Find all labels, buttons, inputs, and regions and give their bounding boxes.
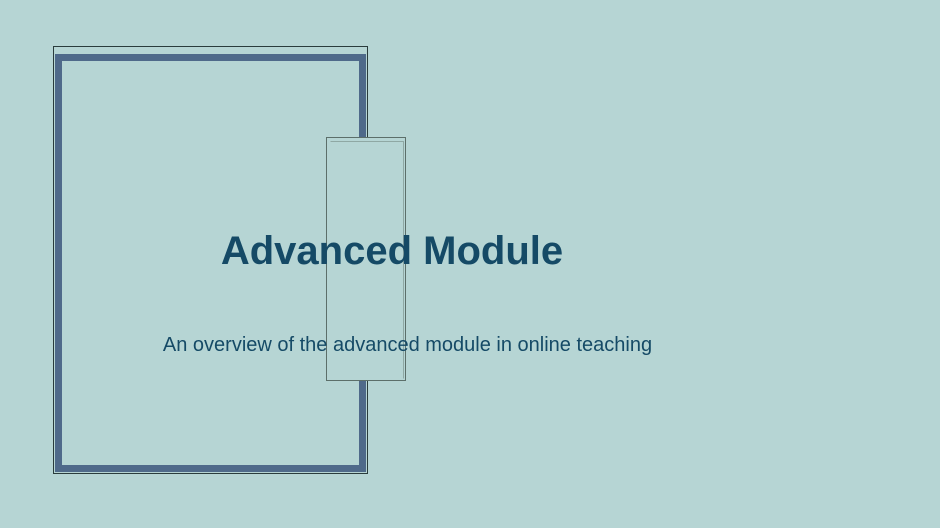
slide-subtitle[interactable]: An overview of the advanced module in on… (0, 334, 815, 357)
slide: Advanced Module An overview of the advan… (0, 0, 940, 528)
slide-title[interactable]: Advanced Module (0, 229, 784, 274)
